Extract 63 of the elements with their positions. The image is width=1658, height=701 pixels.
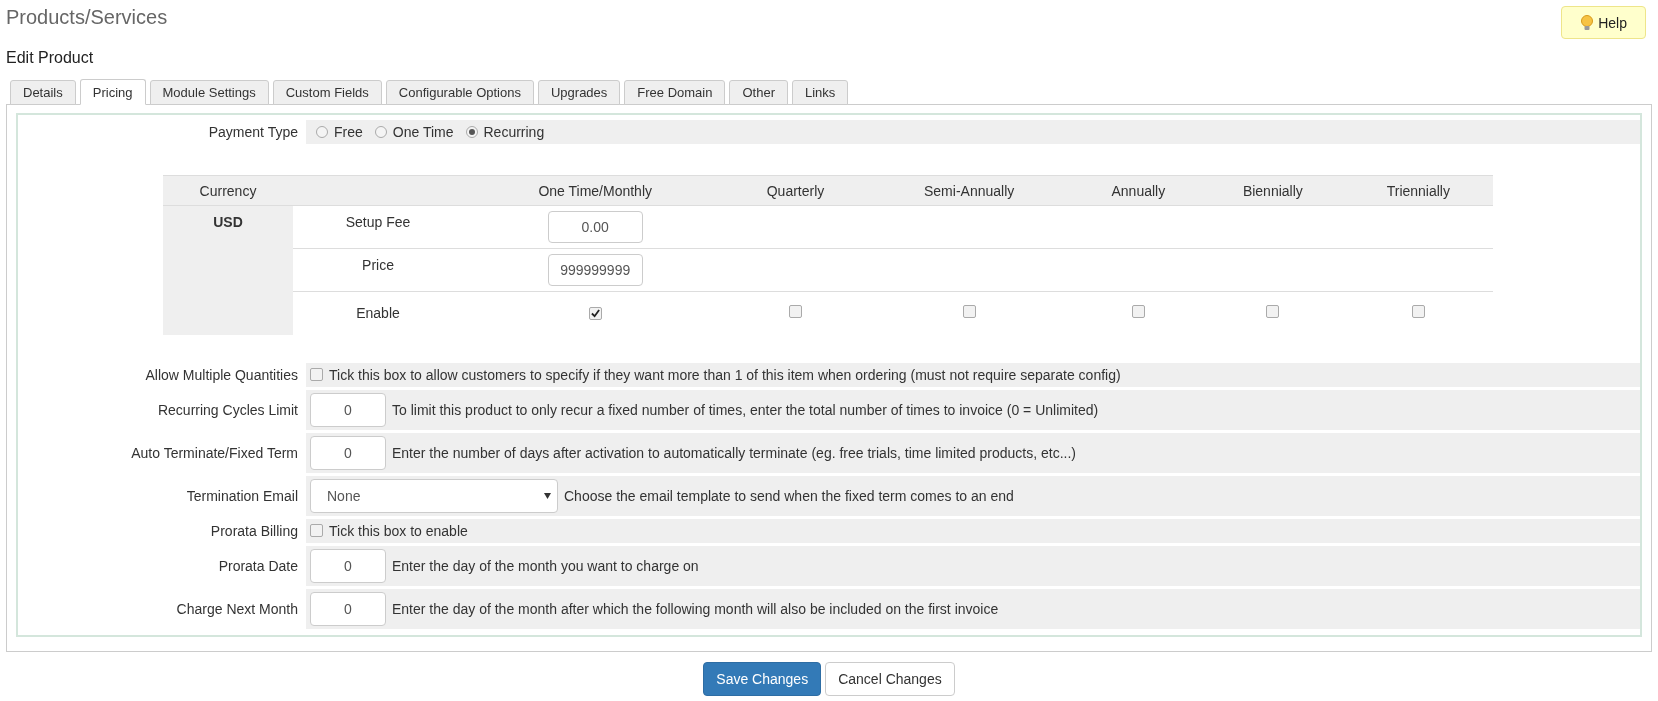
help-text: Choose the email template to send when the fixed term comes to an end — [564, 487, 1014, 504]
tab[interactable]: Upgrades — [537, 80, 621, 105]
field-label: Prorata Billing — [209, 522, 299, 539]
checkbox[interactable] — [310, 524, 323, 537]
help-text: Enter the number of days after activation to automatically terminate (eg. free trials, time limited products, etc...) — [392, 444, 1076, 461]
help-button[interactable]: Help — [1561, 6, 1646, 39]
tab[interactable]: Configurable Options — [385, 80, 534, 105]
field-label: Termination Email — [185, 487, 299, 504]
checkbox[interactable] — [1131, 304, 1145, 318]
tab[interactable]: Other — [729, 80, 788, 105]
dropdown[interactable]: None — [310, 478, 558, 513]
row-label: Enable — [293, 291, 463, 335]
help-text: Tick this box to allow customers to specify if they want more than 1 of this item when ordering (must not require separate config) — [329, 366, 1121, 383]
tab[interactable]: Details — [10, 80, 76, 105]
column-header: Triennially — [1343, 175, 1493, 206]
caret-icon — [544, 492, 551, 499]
number-input[interactable]: 0 — [310, 548, 386, 583]
field-label: Charge Next Month — [175, 600, 299, 617]
column-header: Biennially — [1202, 175, 1344, 206]
row-label: Price — [293, 248, 463, 292]
field-label: Prorata Date — [217, 557, 299, 574]
field-label: Allow Multiple Quantities — [144, 366, 299, 383]
row-label: Setup Fee — [293, 205, 463, 249]
cancel-button[interactable]: Cancel Changes — [825, 661, 955, 696]
help-text: Enter the day of the month after which the following month will also be included on the first invoice — [392, 600, 999, 617]
checkbox[interactable] — [588, 306, 602, 320]
checkbox[interactable] — [962, 304, 976, 318]
radio-label: Recurring — [483, 124, 545, 140]
help-text: Tick this box to enable — [329, 522, 468, 539]
checkbox[interactable] — [1411, 304, 1425, 318]
column-header: One Time/Monthly — [463, 175, 728, 206]
radio-label: Free — [334, 124, 363, 140]
tab[interactable]: Links — [792, 80, 849, 105]
currency-cell: USD — [163, 205, 293, 335]
number-input[interactable]: 0 — [310, 591, 386, 626]
column-header: Semi-Annually — [863, 175, 1075, 206]
help-text: To limit this product to only recur a fixed number of times, enter the total number of times to invoice (0 = Unlimited) — [392, 401, 1099, 418]
tab[interactable]: Pricing — [79, 79, 146, 105]
price-input[interactable]: 999999999 — [547, 253, 643, 286]
field-label: Recurring Cycles Limit — [156, 401, 299, 418]
column-header: Currency — [163, 175, 293, 206]
number-input[interactable]: 0 — [310, 435, 386, 470]
radio-button[interactable] — [316, 126, 328, 138]
save-button[interactable]: Save Changes — [703, 661, 822, 696]
tab[interactable]: Module Settings — [149, 80, 269, 105]
radio-label: One Time — [392, 124, 454, 140]
tab[interactable]: Custom Fields — [272, 80, 382, 105]
column-header: Quarterly — [727, 175, 864, 206]
price-input[interactable]: 0.00 — [547, 210, 643, 243]
checkbox[interactable] — [310, 368, 323, 381]
checkbox[interactable] — [1266, 304, 1280, 318]
section-title: Edit Product — [6, 49, 95, 67]
field-label: Payment Type — [207, 124, 299, 140]
field-label: Auto Terminate/Fixed Term — [130, 444, 299, 461]
tab[interactable]: Free Domain — [624, 80, 726, 105]
column-header: Annually — [1074, 175, 1203, 206]
page-title: Products/Services — [6, 6, 168, 29]
help-text: Enter the day of the month you want to charge on — [392, 557, 699, 574]
radio-button[interactable] — [374, 126, 387, 138]
checkbox[interactable] — [789, 304, 802, 318]
number-input[interactable]: 0 — [310, 392, 386, 427]
lightbulb-icon — [1580, 14, 1595, 31]
radio-button[interactable] — [465, 126, 478, 138]
